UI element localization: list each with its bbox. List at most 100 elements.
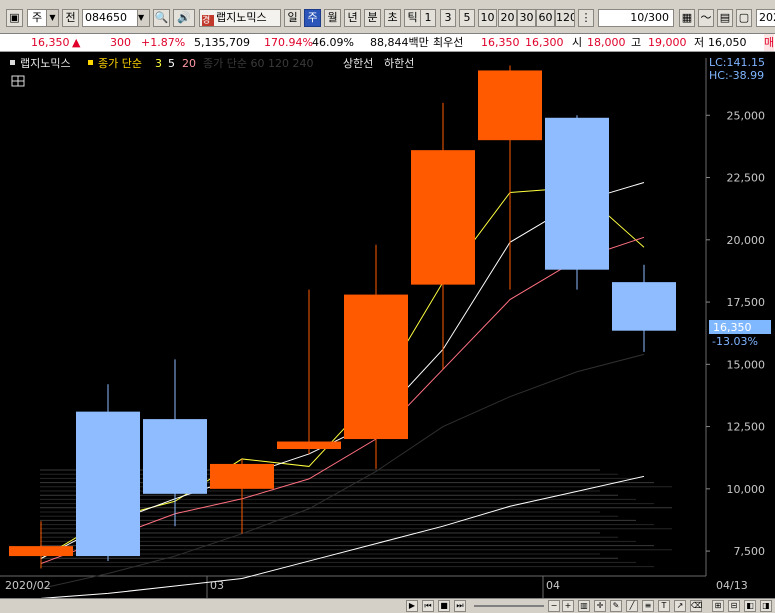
stock-name-label: 랩지노믹스 xyxy=(216,11,267,24)
high-price: 19,000 xyxy=(648,36,687,49)
chart-window: ▣ 주 ▼ 전 084650 ▼ 🔍 🔊 경 랩지노믹스 일 주 월 년 분 초 … xyxy=(0,0,775,613)
candle-body xyxy=(612,282,676,331)
interval-settings-icon[interactable]: ⋮ xyxy=(578,9,594,27)
interval-button-5[interactable]: 5 xyxy=(459,9,475,27)
interval-button-30[interactable]: 30 xyxy=(517,9,536,27)
count-total: /300 xyxy=(644,11,669,24)
tab-period-tick[interactable]: 틱 xyxy=(404,9,421,27)
arrow-icon[interactable]: ↗ xyxy=(674,600,686,612)
zoom-in-icon[interactable]: + xyxy=(562,600,574,612)
current-price-tag-label: 16,350 xyxy=(713,321,752,334)
drawing-icon[interactable]: ✎ xyxy=(610,600,622,612)
config-icon[interactable]: ▢ xyxy=(736,9,752,27)
search-icon[interactable]: 🔍 xyxy=(153,9,170,27)
candlestick-chart[interactable]: 7,500 10,000 12,500 15,000 17,500 20,000 22,50… xyxy=(0,52,775,598)
open-price: 18,000 xyxy=(587,36,626,49)
low-price: 16,050 xyxy=(708,36,747,49)
market-select[interactable]: 주 ▼ xyxy=(27,9,59,27)
scroll-right-icon[interactable]: ▶ xyxy=(406,600,418,612)
text-tool-icon[interactable]: T xyxy=(658,600,670,612)
tool-icon[interactable]: ⊟ xyxy=(728,600,740,612)
chart-menu-icon[interactable]: ▣ xyxy=(6,9,23,27)
date-input[interactable]: 202 xyxy=(756,9,775,27)
candle-body xyxy=(411,150,475,285)
best-quote-label: 최우선 xyxy=(433,36,464,49)
interval-button-20[interactable]: 20 xyxy=(498,9,517,27)
fib-icon[interactable]: ≡ xyxy=(642,600,654,612)
chevron-down-icon: ▼ xyxy=(46,10,58,26)
interval-button-120[interactable]: 120 xyxy=(555,9,575,27)
y-tick-label: 25,000 xyxy=(727,109,766,122)
grid-icon[interactable]: ▦ xyxy=(679,9,695,27)
legend-lower-limit: 하한선 xyxy=(384,56,414,70)
tab-period-second[interactable]: 초 xyxy=(384,9,401,27)
high-label: 고 xyxy=(631,36,642,49)
tab-period-minute[interactable]: 분 xyxy=(364,9,381,27)
y-tick-label: 12,500 xyxy=(727,421,766,434)
current-price-pct: -13.03% xyxy=(712,335,758,348)
crosshair-icon[interactable]: ✛ xyxy=(594,600,606,612)
y-tick-label: 7,500 xyxy=(734,545,766,558)
trend-line-icon[interactable]: ╱ xyxy=(626,600,638,612)
prev-button[interactable]: 전 xyxy=(62,9,79,27)
tab-period-year[interactable]: 년 xyxy=(344,9,361,27)
legend-upper-limit: 상한선 xyxy=(343,57,373,70)
stock-code-value: 084650 xyxy=(85,11,127,24)
candle-body xyxy=(344,294,408,440)
y-tick-label: 22,500 xyxy=(727,172,766,185)
candle-body xyxy=(76,411,140,557)
stop-icon[interactable]: ■ xyxy=(438,600,450,612)
tab-period-month[interactable]: 월 xyxy=(324,9,341,27)
zoom-slider-track[interactable] xyxy=(474,605,544,607)
tool-icon[interactable]: ◨ xyxy=(760,600,772,612)
stock-code-input[interactable]: 084650 ▼ xyxy=(82,9,150,27)
chevron-down-icon: ▼ xyxy=(137,10,149,26)
y-tick-label: 15,000 xyxy=(727,358,766,371)
y-tick-label: 17,500 xyxy=(727,296,766,309)
volume: 5,135,709 xyxy=(194,36,250,49)
indicator-icon[interactable]: 〜 xyxy=(698,9,714,27)
quote-bar: 16,350 ▲ 300 +1.87% 5,135,709 170.94% 46… xyxy=(0,34,775,52)
stock-name-display[interactable]: 경 랩지노믹스 xyxy=(199,9,281,27)
order-label[interactable]: 매 xyxy=(764,34,775,51)
chart-type-icon[interactable]: ▥ xyxy=(578,600,590,612)
count-input[interactable]: 10/300 xyxy=(598,9,674,27)
interval-button-10[interactable]: 10 xyxy=(478,9,497,27)
x-tick-label: 03 xyxy=(210,579,224,592)
open-label: 시 xyxy=(572,36,583,49)
tab-period-day[interactable]: 일 xyxy=(284,9,301,27)
lc-label: LC:141.15 xyxy=(709,56,765,69)
legend-ma-3: 3 xyxy=(155,57,162,70)
current-price: 16,350 xyxy=(31,36,70,49)
chart-toolbar: ▣ 주 ▼ 전 084650 ▼ 🔍 🔊 경 랩지노믹스 일 주 월 년 분 초 … xyxy=(0,0,775,34)
scroll-last-icon[interactable]: ⏭ xyxy=(454,600,466,612)
low-label: 저 xyxy=(694,36,705,49)
date-value: 202 xyxy=(759,11,775,24)
candle-body xyxy=(9,546,73,557)
legend-ma-hidden: 종가 단순 60 120 240 xyxy=(203,57,313,70)
save-icon[interactable]: ▤ xyxy=(717,9,733,27)
price-change: 300 xyxy=(110,36,131,49)
candle-body xyxy=(210,463,274,489)
legend-marker xyxy=(10,60,15,65)
tool-icon[interactable]: ◧ xyxy=(744,600,756,612)
sound-icon[interactable]: 🔊 xyxy=(173,9,195,27)
x-tick-label: 04/13 xyxy=(716,579,748,592)
price-chart[interactable]: 7,500 10,000 12,500 15,000 17,500 20,000 22,50… xyxy=(0,52,775,598)
interval-button-1[interactable]: 1 xyxy=(420,9,436,27)
legend-marker xyxy=(88,60,93,65)
turnover-ratio: 46.09% xyxy=(312,36,354,49)
interval-button-60[interactable]: 60 xyxy=(536,9,555,27)
candle-body xyxy=(277,441,341,449)
legend-ma-20: 20 xyxy=(182,57,196,70)
zoom-out-icon[interactable]: − xyxy=(548,600,560,612)
interval-button-3[interactable]: 3 xyxy=(440,9,456,27)
candle-body xyxy=(478,70,542,141)
tab-period-week[interactable]: 주 xyxy=(304,9,321,27)
x-tick-label: 2020/02 xyxy=(5,579,51,592)
y-tick-label: 10,000 xyxy=(727,483,766,496)
scroll-first-icon[interactable]: ⏮ xyxy=(422,600,434,612)
eraser-icon[interactable]: ⌫ xyxy=(690,600,702,612)
tool-icon[interactable]: ⊞ xyxy=(712,600,724,612)
volume-ratio: 170.94% xyxy=(264,36,313,49)
